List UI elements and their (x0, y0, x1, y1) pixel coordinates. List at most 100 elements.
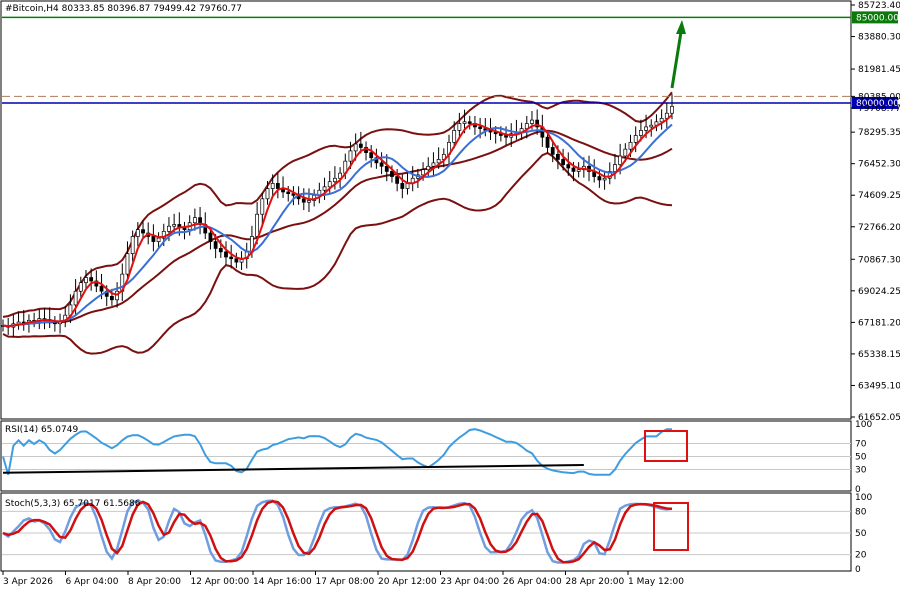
candle-body (644, 126, 648, 131)
stoch-tick-label: 0 (855, 565, 861, 575)
candle-body (400, 183, 405, 189)
candle-body (618, 155, 623, 165)
price-tick-label: 70867.30 (858, 255, 900, 265)
candle-body (234, 258, 239, 263)
candle-body (301, 198, 306, 203)
level-tag-text: 85000.00 (856, 13, 899, 23)
candle-body (208, 232, 213, 242)
candle-body (395, 176, 400, 184)
price-tick-label: 80385.00 (858, 92, 900, 102)
candle-body (467, 121, 472, 124)
candle-body (597, 176, 602, 181)
candle-body (628, 141, 633, 150)
candle-body (633, 135, 638, 143)
candle-body (260, 198, 265, 215)
price-tick-label: 65338.15 (858, 350, 900, 360)
price-chart[interactable]: 85000.0080000.00 1007050300 1008050200 8… (0, 0, 900, 591)
candle-body (229, 256, 234, 260)
candle-body (358, 143, 363, 148)
candle-body (333, 177, 337, 183)
candle-body (457, 123, 462, 131)
candle-body (405, 183, 410, 189)
price-tick-label: 63495.10 (858, 381, 900, 391)
candle-body (125, 253, 130, 275)
candle-body (141, 229, 145, 234)
time-axis: 3 Apr 2026 6 Apr 04:00 8 Apr 20:00 12 Apr 0… (2, 571, 684, 587)
symbol-header: #Bitcoin,H4 80333.85 80396.87 79499.42 7… (5, 4, 242, 14)
candle-body (78, 282, 83, 292)
price-tick-label: 85723.40 (858, 1, 900, 11)
candle-body (89, 277, 94, 282)
time-tick-label: 8 Apr 20:00 (128, 577, 181, 587)
candle-body (182, 227, 187, 230)
time-tick-label: 12 Apr 00:00 (191, 577, 250, 587)
candle-body (265, 188, 270, 200)
candle-body (623, 148, 628, 157)
time-tick-label: 26 Apr 04:00 (503, 577, 562, 587)
price-tick-label: 78295.35 (858, 128, 900, 138)
price-tick-label: 74609.25 (858, 191, 900, 201)
candle-body (270, 183, 275, 189)
main-panel-frame (0, 0, 852, 420)
candle-body (431, 162, 436, 167)
candle-body (504, 135, 508, 138)
candle-body (192, 217, 197, 224)
candle-body (561, 159, 565, 165)
candle-body (99, 285, 104, 292)
time-tick-label: 6 Apr 04:00 (66, 577, 119, 587)
price-tick-label: 61652.05 (858, 413, 900, 423)
candle-body (638, 129, 643, 136)
stoch-label: Stoch(5,3,3) 65.7017 61.5686 (5, 499, 141, 509)
candle-body (224, 251, 228, 258)
candle-body (353, 143, 358, 152)
candle-body (275, 183, 280, 189)
candle-body (84, 277, 88, 284)
candle-body (213, 241, 218, 249)
candle-body (566, 164, 571, 169)
candle-body (613, 164, 617, 172)
candle-body (327, 181, 332, 188)
candle-body (167, 225, 171, 232)
candle-body (110, 296, 114, 301)
price-tick-label: 67181.20 (858, 318, 900, 328)
candle-body (151, 236, 156, 242)
time-tick-label: 14 Apr 16:00 (253, 577, 312, 587)
rsi-tick-label: 30 (855, 466, 867, 476)
candle-body (670, 106, 674, 114)
stoch-tick-label: 100 (855, 493, 872, 503)
rsi-label: RSI(14) 65.0749 (5, 425, 78, 435)
candle-body (436, 159, 441, 164)
price-tick-label: 83880.30 (858, 33, 900, 43)
candle-body (322, 186, 327, 191)
candle-body (649, 124, 654, 128)
candle-body (135, 229, 140, 237)
price-tick-label: 69024.25 (858, 287, 900, 297)
time-tick-label: 1 May 12:00 (628, 577, 684, 587)
candle-body (576, 169, 581, 172)
candle-body (390, 171, 394, 177)
candle-body (307, 200, 311, 203)
time-tick-label: 23 Apr 04:00 (441, 577, 500, 587)
price-axis: 85723.40 83880.30 81981.45 80385.00 79708.77… (851, 1, 900, 423)
candle-body (172, 224, 177, 227)
rsi-tick-label: 50 (855, 453, 867, 463)
candle-body (571, 167, 576, 172)
candle-body (379, 162, 384, 167)
price-tick-label: 81981.45 (858, 65, 900, 75)
candle-body (452, 129, 457, 143)
candle-body (255, 213, 260, 237)
time-tick-label: 20 Apr 12:00 (378, 577, 437, 587)
candle-body (73, 290, 78, 306)
time-tick-label: 17 Apr 08:00 (316, 577, 375, 587)
candle-body (462, 121, 467, 124)
candle-body (530, 119, 534, 124)
candle-body (421, 169, 425, 176)
price-tick-label: 76452.30 (858, 160, 900, 170)
candle-body (286, 191, 291, 195)
candle-body (550, 147, 555, 155)
stoch-tick-label: 20 (855, 551, 867, 561)
candle-body (556, 153, 560, 160)
time-tick-label: 3 Apr 2026 (3, 577, 53, 587)
candle-body (130, 236, 135, 254)
candle-body (545, 136, 550, 148)
